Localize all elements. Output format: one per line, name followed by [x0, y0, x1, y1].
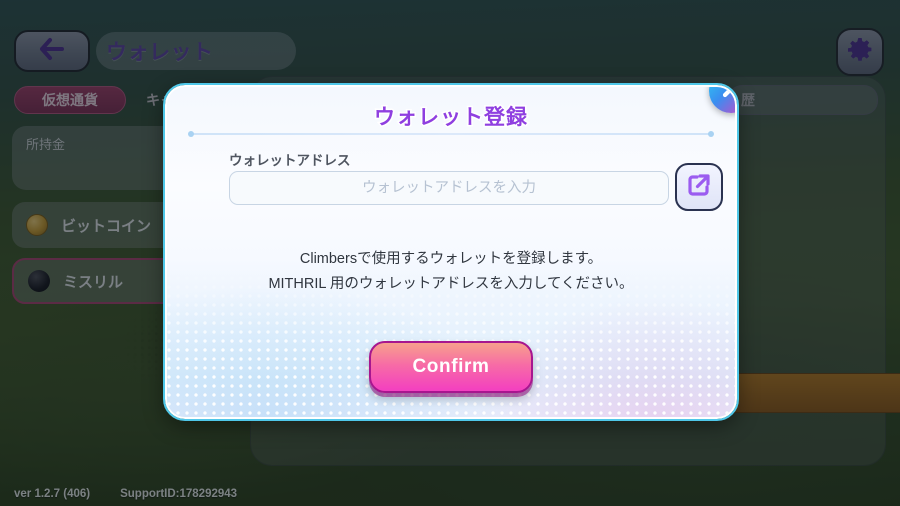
wallet-registration-dialog: ウォレット登録 ウォレットアドレス Climbersで使用するウォレットを登録し…: [163, 83, 739, 421]
title-divider: [188, 131, 714, 137]
description-line-2: MITHRIL 用のウォレットアドレスを入力してください。: [268, 276, 634, 293]
address-field-label: ウォレットアドレス: [229, 153, 351, 168]
wallet-address-input[interactable]: [229, 171, 669, 205]
dialog-title: ウォレット登録: [373, 105, 529, 131]
external-link-icon: [686, 172, 712, 203]
description-line-1: Climbersで使用するウォレットを登録します。: [299, 251, 603, 267]
confirm-button[interactable]: Confirm: [369, 341, 533, 393]
dialog-description: Climbersで使用するウォレットを登録します。 MITHRIL 用のウォレッ…: [167, 247, 735, 298]
close-x-icon: [719, 87, 735, 106]
external-link-button[interactable]: [675, 163, 723, 211]
